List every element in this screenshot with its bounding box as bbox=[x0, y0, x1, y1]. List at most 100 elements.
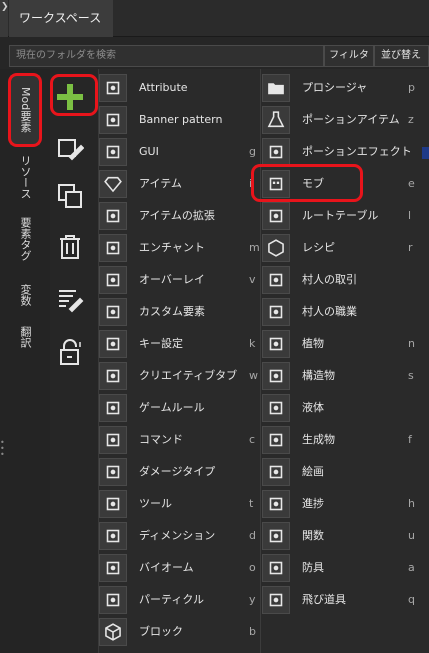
delete-button[interactable] bbox=[52, 229, 88, 265]
duplicate-icon bbox=[58, 184, 82, 208]
menu-item-label: 植物 bbox=[302, 337, 324, 350]
menu-item-icon-box bbox=[99, 138, 127, 166]
menu-item[interactable]: クリエイティブタブ w bbox=[99, 360, 259, 392]
menu-item[interactable]: 構造物 s bbox=[262, 360, 422, 392]
menu-item-shortcut: n bbox=[408, 337, 415, 350]
menu-item-icon-box bbox=[262, 106, 290, 134]
custom-element-icon bbox=[106, 305, 120, 319]
menu-item[interactable]: 絵画 bbox=[262, 456, 422, 488]
overlay-icon bbox=[106, 273, 120, 287]
menu-item-icon-box bbox=[262, 202, 290, 230]
menu-item[interactable]: 進捗 h bbox=[262, 488, 422, 520]
particle-icon bbox=[106, 593, 120, 607]
item-extension-icon bbox=[106, 209, 120, 223]
menu-item[interactable]: ゲームルール bbox=[99, 392, 259, 424]
menu-item[interactable]: ブロック b bbox=[99, 616, 259, 648]
menu-item[interactable]: GUI g bbox=[99, 136, 259, 168]
structure-icon bbox=[269, 369, 283, 383]
menu-item-shortcut: b bbox=[249, 625, 256, 638]
menu-item-label: エンチャント bbox=[139, 241, 205, 254]
creative-tab-icon bbox=[106, 369, 120, 383]
menu-item[interactable]: Attribute bbox=[99, 72, 259, 104]
menu-item-shortcut: a bbox=[408, 561, 415, 574]
duplicate-button[interactable] bbox=[52, 178, 88, 214]
menu-item[interactable]: 村人の職業 bbox=[262, 296, 422, 328]
menu-item[interactable]: アイテムの拡張 bbox=[99, 200, 259, 232]
tab-variables[interactable]: 変数 bbox=[10, 280, 40, 310]
menu-item-label: 生成物 bbox=[302, 433, 335, 446]
sort-button[interactable]: 並び替え bbox=[374, 45, 429, 67]
search-input[interactable]: 現在のフォルダを検索 bbox=[9, 45, 324, 67]
menu-item[interactable]: 関数 u bbox=[262, 520, 422, 552]
menu-item[interactable]: プロシージャ p bbox=[262, 72, 422, 104]
recipe-icon bbox=[268, 239, 284, 257]
menu-item[interactable]: レシピ r bbox=[262, 232, 422, 264]
workspace-tab[interactable]: ワークスペース bbox=[9, 0, 113, 37]
menu-item-label: バイオーム bbox=[139, 561, 194, 574]
menu-item-shortcut: m bbox=[249, 241, 260, 254]
menu-item-icon-box bbox=[99, 106, 127, 134]
menu-item[interactable]: キー設定 k bbox=[99, 328, 259, 360]
menu-item-icon-box bbox=[262, 554, 290, 582]
menu-item[interactable]: バイオーム o bbox=[99, 552, 259, 584]
menu-item-label: キー設定 bbox=[139, 337, 183, 350]
filter-button[interactable]: フィルタ bbox=[324, 45, 374, 67]
menu-item[interactable]: Banner pattern bbox=[99, 104, 259, 136]
menu-item[interactable]: コマンド c bbox=[99, 424, 259, 456]
menu-item[interactable]: アイテム i bbox=[99, 168, 259, 200]
menu-item-icon-box bbox=[262, 234, 290, 262]
menu-item[interactable]: ディメンション d bbox=[99, 520, 259, 552]
menu-item-label: 構造物 bbox=[302, 369, 335, 382]
potion-icon bbox=[267, 111, 285, 128]
menu-item-shortcut: y bbox=[249, 593, 256, 606]
diamond-icon bbox=[104, 176, 122, 193]
menu-item[interactable]: ルートテーブル l bbox=[262, 200, 422, 232]
menu-item[interactable]: ツール t bbox=[99, 488, 259, 520]
menu-item-icon-box bbox=[99, 586, 127, 614]
menu-item-icon-box bbox=[99, 330, 127, 358]
menu-item[interactable]: エンチャント m bbox=[99, 232, 260, 264]
menu-item[interactable]: 液体 bbox=[262, 392, 422, 424]
workspace-tab-bar: ❯ ワークスペース bbox=[0, 0, 429, 37]
chevron-icon: ❯ bbox=[1, 2, 9, 12]
menu-item[interactable]: ダメージタイプ bbox=[99, 456, 259, 488]
advancement-icon bbox=[269, 497, 283, 511]
menu-item[interactable]: ポーションアイテム z bbox=[262, 104, 422, 136]
edit-button[interactable] bbox=[52, 131, 88, 167]
tab-element-tags[interactable]: 要素タグ bbox=[10, 214, 40, 264]
tab-translations[interactable]: 翻訳 bbox=[10, 322, 40, 352]
menu-item[interactable]: 村人の取引 bbox=[262, 264, 422, 296]
menu-item-icon-box bbox=[262, 458, 290, 486]
rename-button[interactable] bbox=[52, 281, 88, 317]
menu-item[interactable]: パーティクル y bbox=[99, 584, 259, 616]
menu-item-shortcut: t bbox=[249, 497, 254, 510]
villager-trade-icon bbox=[269, 273, 283, 287]
tab-resources[interactable]: リソース bbox=[10, 152, 40, 202]
menu-item[interactable]: カスタム要素 bbox=[99, 296, 259, 328]
menu-item-icon-box bbox=[99, 394, 127, 422]
menu-item[interactable]: 飛び道具 q bbox=[262, 584, 422, 616]
menu-item-shortcut: q bbox=[408, 593, 415, 606]
menu-item-label: Banner pattern bbox=[139, 113, 223, 126]
menu-item[interactable]: 植物 n bbox=[262, 328, 422, 360]
menu-item-label: ディメンション bbox=[139, 529, 216, 542]
menu-item-icon-box bbox=[99, 458, 127, 486]
collapse-tab[interactable]: ❯ bbox=[0, 0, 9, 37]
menu-item-icon-box bbox=[262, 74, 290, 102]
dimension-icon bbox=[106, 529, 120, 543]
menu-item-icon-box bbox=[99, 426, 127, 454]
menu-item[interactable]: 防具 a bbox=[262, 552, 422, 584]
feature-icon bbox=[269, 433, 283, 447]
menu-item[interactable]: 生成物 f bbox=[262, 424, 422, 456]
painting-icon bbox=[269, 465, 283, 479]
menu-item-icon-box bbox=[262, 490, 290, 518]
highlight-box bbox=[251, 164, 363, 202]
menu-item-label: 飛び道具 bbox=[302, 593, 346, 606]
menu-item-icon-box bbox=[262, 522, 290, 550]
menu-item-shortcut: d bbox=[249, 529, 256, 542]
lock-button[interactable] bbox=[52, 334, 88, 370]
resize-handle[interactable]: • • • bbox=[0, 439, 5, 459]
menu-item-icon-box bbox=[99, 490, 127, 518]
menu-item-label: ゲームルール bbox=[139, 401, 205, 414]
menu-item[interactable]: オーバーレイ v bbox=[99, 264, 259, 296]
